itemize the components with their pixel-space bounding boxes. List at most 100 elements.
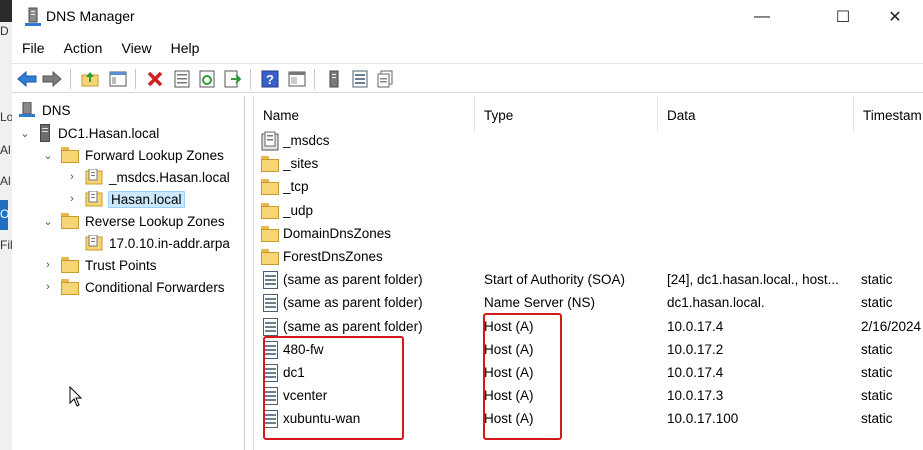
menu-file[interactable]: File [12, 36, 54, 60]
minimize-button[interactable]: — [739, 0, 785, 33]
refresh-icon[interactable] [197, 69, 217, 89]
properties-icon[interactable] [172, 69, 192, 89]
up-folder-icon[interactable] [80, 69, 100, 89]
cell-name: _sites [283, 156, 319, 172]
tree-node-hasan-local[interactable]: › Hasan.local [65, 188, 185, 210]
table-row[interactable]: DomainDnsZones [254, 223, 923, 246]
tree-label: 17.0.10.in-addr.arpa [109, 235, 230, 251]
collapse-chevron-icon[interactable]: ⌄ [41, 214, 55, 228]
dns-record-icon [261, 270, 279, 290]
cell-data: 10.0.17.100 [667, 411, 739, 427]
cell-name: (same as parent folder) [283, 295, 423, 311]
desktop-dark-corner [0, 0, 12, 22]
cell-name: DomainDnsZones [283, 225, 392, 241]
tree-node-reverse-zone[interactable]: 17.0.10.in-addr.arpa [85, 232, 230, 254]
zone-icon [85, 235, 103, 251]
folder-icon [261, 154, 279, 174]
folder-icon [61, 257, 79, 273]
copy-icon[interactable] [375, 69, 395, 89]
cell-name: _tcp [283, 179, 309, 195]
menu-action[interactable]: Action [54, 36, 112, 60]
tree-label: Conditional Forwarders [85, 279, 225, 295]
folder-icon [61, 279, 79, 295]
toolbar-separator [314, 69, 315, 89]
column-header-type[interactable]: Type [475, 96, 658, 132]
tree-label: Trust Points [85, 257, 157, 273]
delete-icon[interactable] [145, 69, 165, 89]
cell-timestamp: static [861, 272, 893, 288]
show-tree-icon[interactable] [108, 69, 128, 89]
table-row[interactable]: _udp [254, 200, 923, 223]
cell-name: _msdcs [283, 133, 330, 148]
cell-name: _udp [283, 202, 314, 218]
forward-icon[interactable] [42, 69, 62, 89]
toolbar-separator [70, 69, 71, 89]
cell-data: 10.0.17.4 [667, 318, 724, 334]
column-header-name[interactable]: Name [254, 96, 475, 132]
mmc-view-icon[interactable] [287, 69, 307, 89]
title-bar[interactable]: DNS Manager — ☐ ✕ [12, 0, 923, 33]
desktop-letter: Al [0, 143, 11, 157]
help-icon[interactable]: ? [260, 69, 280, 89]
tree-label: DNS [42, 102, 71, 118]
server-icon[interactable] [324, 69, 344, 89]
collapse-chevron-icon[interactable]: ⌄ [18, 126, 32, 140]
folder-icon [261, 224, 279, 244]
expand-chevron-icon[interactable]: › [41, 280, 55, 294]
toolbar-separator [135, 69, 136, 89]
column-header-timestamp[interactable]: Timestam [854, 96, 923, 132]
tree-node-forward-lookup-zones[interactable]: ⌄ Forward Lookup Zones [41, 144, 224, 166]
record-list-icon[interactable] [350, 69, 370, 89]
dns-record-icon [261, 317, 279, 337]
tree-label: DC1.Hasan.local [58, 125, 160, 141]
menu-help[interactable]: Help [161, 36, 209, 60]
cell-type: Name Server (NS) [484, 295, 596, 311]
tree-node-conditional-forwarders[interactable]: › Conditional Forwarders [41, 276, 225, 298]
menu-view[interactable]: View [111, 36, 160, 60]
results-list: Name Type Data Timestam _msdcs _sites _tcp… [253, 96, 923, 450]
table-row[interactable]: (same as parent folder) Name Server (NS) d… [254, 292, 923, 315]
zone-icon [85, 191, 103, 207]
cell-name: (same as parent folder) [283, 272, 423, 288]
tree-node-trust-points[interactable]: › Trust Points [41, 254, 157, 276]
tree-node-msdcs-zone[interactable]: › _msdcs.Hasan.local [65, 166, 230, 188]
desktop-letter: D [0, 24, 9, 38]
folder-icon [261, 247, 279, 267]
tree-label: Forward Lookup Zones [85, 147, 224, 163]
cell-timestamp: static [861, 341, 893, 357]
cell-timestamp: static [861, 295, 893, 311]
dns-manager-app-icon [25, 7, 41, 26]
cell-name: ForestDnsZones [283, 249, 383, 264]
table-row[interactable]: ForestDnsZones [254, 246, 923, 269]
folder-icon [261, 201, 279, 221]
zone-icon [85, 169, 103, 185]
tree-node-reverse-lookup-zones[interactable]: ⌄ Reverse Lookup Zones [41, 210, 225, 232]
close-button[interactable]: ✕ [872, 0, 918, 33]
toolbar-separator [250, 69, 251, 89]
export-icon[interactable] [222, 69, 242, 89]
dns-record-icon [261, 293, 279, 313]
cell-type: Start of Authority (SOA) [484, 272, 626, 288]
tree-node-dns[interactable]: DNS [18, 99, 71, 121]
table-row[interactable]: _msdcs [254, 130, 923, 153]
back-icon[interactable] [17, 69, 37, 89]
expand-chevron-icon[interactable]: › [65, 192, 79, 206]
cell-timestamp: 2/16/2024 [861, 318, 922, 334]
column-header-data[interactable]: Data [658, 96, 854, 132]
cell-timestamp: static [861, 388, 893, 404]
expand-chevron-icon[interactable]: › [41, 258, 55, 272]
dns-manager-window: DNS Manager — ☐ ✕ File Action View Help [12, 0, 923, 450]
svg-text:?: ? [266, 72, 274, 87]
cell-timestamp: static [861, 411, 893, 427]
tree-node-server[interactable]: ⌄ DC1.Hasan.local [18, 122, 159, 144]
folder-icon [61, 213, 79, 229]
cell-data: [24], dc1.hasan.local., host... [667, 272, 839, 288]
tree-label: _msdcs.Hasan.local [109, 169, 230, 185]
table-row[interactable]: (same as parent folder) Start of Authorit… [254, 269, 923, 292]
zone-icon [261, 131, 279, 151]
expand-chevron-icon[interactable]: › [65, 170, 79, 184]
table-row[interactable]: _tcp [254, 176, 923, 199]
maximize-button[interactable]: ☐ [820, 0, 866, 33]
collapse-chevron-icon[interactable]: ⌄ [41, 148, 55, 162]
table-row[interactable]: _sites [254, 153, 923, 176]
